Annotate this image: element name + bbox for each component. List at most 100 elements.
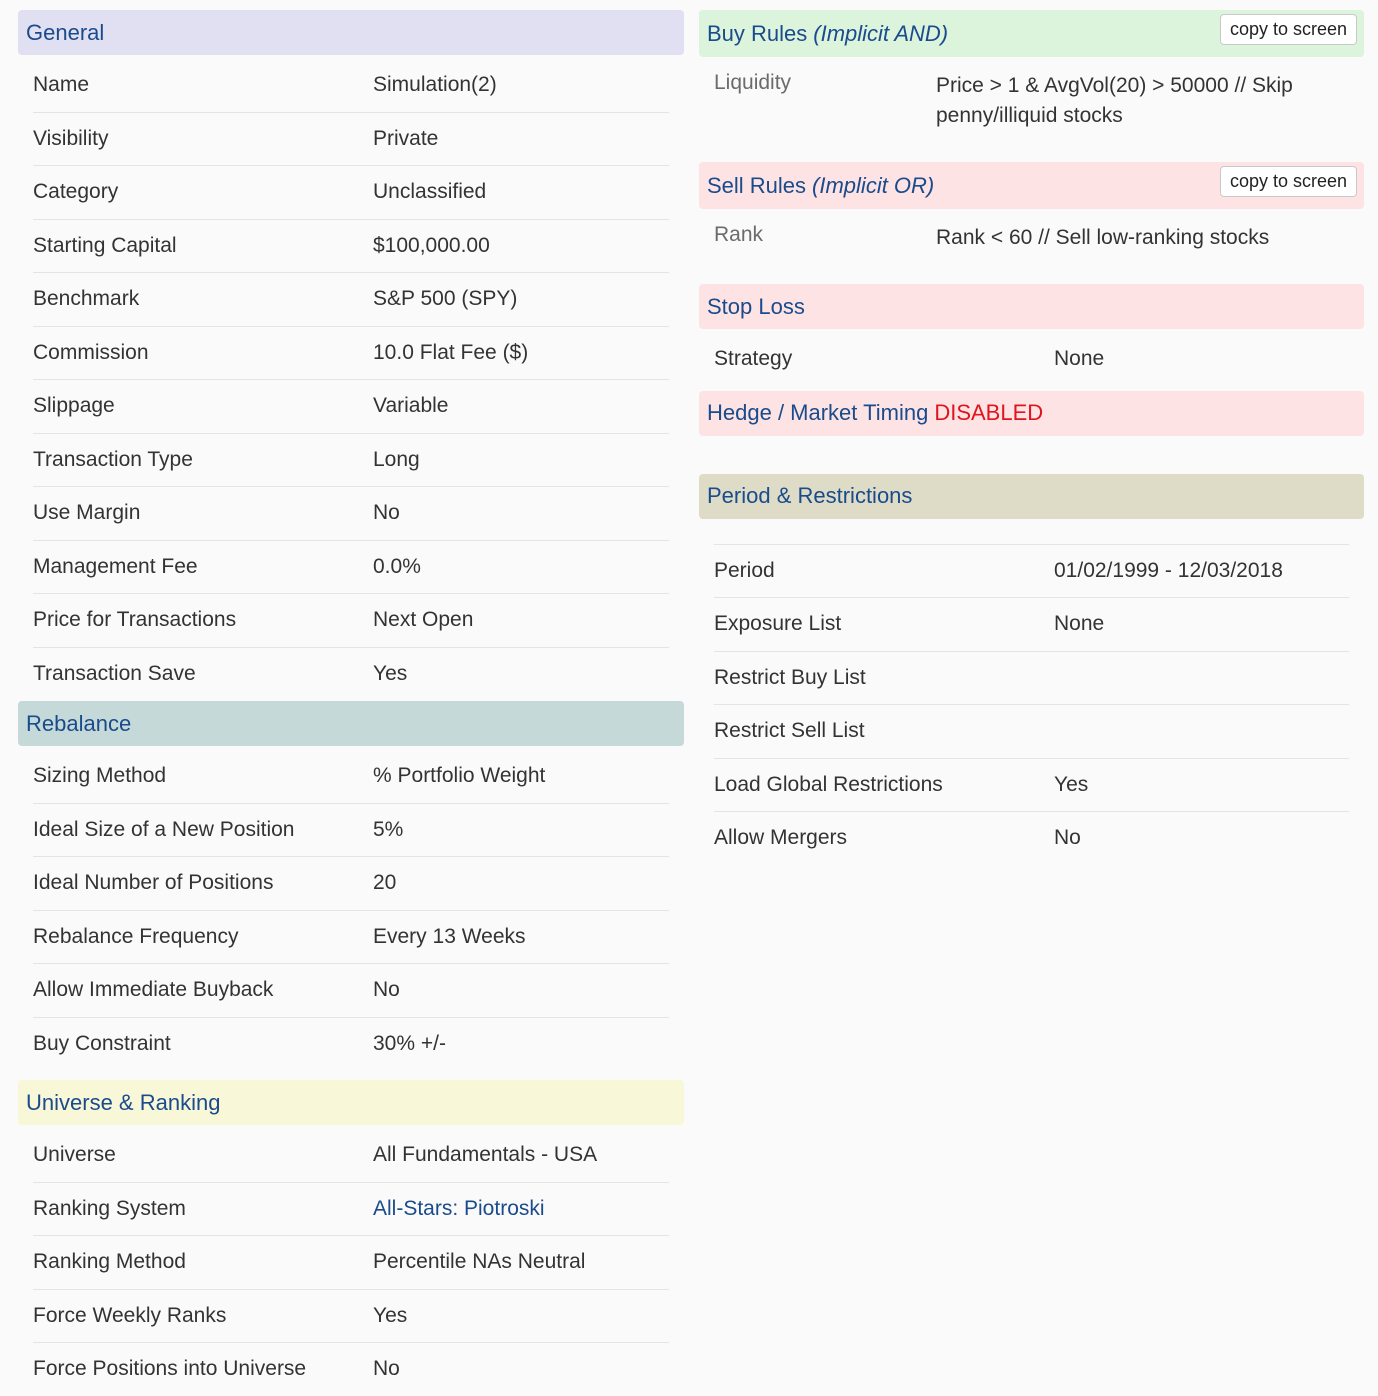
row-label: Exposure List <box>714 612 842 636</box>
row-value: 10.0 Flat Fee ($) <box>373 340 529 364</box>
row-label: Visibility <box>33 126 109 150</box>
row-label: Management Fee <box>33 554 198 578</box>
general-row: Category Unclassified <box>33 166 669 220</box>
row-value: 5% <box>373 817 404 841</box>
rebalance-row: Rebalance Frequency Every 13 Weeks <box>33 911 669 964</box>
row-label: Allow Immediate Buyback <box>33 978 274 1002</box>
row-value: 30% +/- <box>373 1031 446 1055</box>
row-label: Starting Capital <box>33 233 177 257</box>
buy-rules-header: Buy Rules (Implicit AND) copy to screen <box>699 10 1364 57</box>
row-label: Restrict Sell List <box>714 719 865 743</box>
row-value: % Portfolio Weight <box>373 764 546 788</box>
general-row: Transaction Save Yes <box>33 648 669 701</box>
period-row: Restrict Buy List <box>714 652 1349 705</box>
rebalance-header: Rebalance <box>18 701 684 746</box>
general-row: Name Simulation(2) <box>33 59 669 113</box>
row-value: Next Open <box>373 608 474 632</box>
row-label: Benchmark <box>33 287 140 311</box>
row-label: Transaction Save <box>33 661 196 685</box>
buy-rules-title: Buy Rules <box>707 20 808 46</box>
period-row: Load Global Restrictions Yes <box>714 759 1349 812</box>
sell-copy-to-screen-button[interactable]: copy to screen <box>1219 166 1357 197</box>
row-label: Strategy <box>714 347 793 371</box>
row-label: Price for Transactions <box>33 608 237 632</box>
row-value: No <box>1054 826 1081 850</box>
sell-rule-row: Rank Rank < 60 // Sell low-ranking stock… <box>699 209 1364 284</box>
stop-loss-table: Strategy None <box>714 333 1349 386</box>
general-row: Management Fee 0.0% <box>33 541 669 594</box>
row-label: Commission <box>33 340 149 364</box>
universe-row: Ranking Method Percentile NAs Neutral <box>33 1236 669 1290</box>
period-row: Exposure List None <box>714 598 1349 652</box>
general-row: Use Margin No <box>33 487 669 541</box>
rebalance-row: Buy Constraint 30% +/- <box>33 1018 669 1071</box>
row-value: No <box>373 978 400 1002</box>
row-value: Long <box>373 447 420 471</box>
row-label: Slippage <box>33 394 115 418</box>
row-value: Unclassified <box>373 180 487 204</box>
universe-row: Ranking System All-Stars: Piotroski <box>33 1183 669 1236</box>
row-value: 0.0% <box>373 554 421 578</box>
buy-rule-row: Liquidity Price > 1 & AvgVol(20) > 50000… <box>699 57 1364 147</box>
row-label: Ideal Size of a New Position <box>33 817 295 841</box>
rebalance-row: Ideal Size of a New Position 5% <box>33 804 669 857</box>
sell-rule-value: Rank < 60 // Sell low-ranking stocks <box>936 226 1270 249</box>
row-label: Category <box>33 180 119 204</box>
row-label: Ranking System <box>33 1196 186 1220</box>
row-value: Private <box>373 126 439 150</box>
row-value: Percentile NAs Neutral <box>373 1250 586 1274</box>
right-column: Buy Rules (Implicit AND) copy to screen … <box>699 0 1364 865</box>
universe-table: Universe All Fundamentals - USA Ranking S… <box>33 1129 669 1396</box>
row-label: Force Weekly Ranks <box>33 1303 227 1327</box>
row-label: Rebalance Frequency <box>33 924 239 948</box>
general-table: Name Simulation(2) Visibility Private Cate… <box>33 59 669 700</box>
row-value: $100,000.00 <box>373 233 490 257</box>
row-label: Period <box>714 558 775 582</box>
row-label: Name <box>33 73 90 97</box>
row-label: Ranking Method <box>33 1250 186 1274</box>
ranking-system-link[interactable]: All-Stars: Piotroski <box>373 1197 669 1221</box>
row-label: Transaction Type <box>33 447 193 471</box>
row-value: None <box>1054 612 1105 636</box>
rebalance-row: Ideal Number of Positions 20 <box>33 857 669 911</box>
universe-title: Universe & Ranking <box>26 1089 221 1115</box>
universe-header: Universe & Ranking <box>18 1080 684 1125</box>
row-label: Restrict Buy List <box>714 665 866 689</box>
universe-row: Universe All Fundamentals - USA <box>33 1129 669 1183</box>
stop-loss-title: Stop Loss <box>707 293 805 319</box>
buy-copy-to-screen-button[interactable]: copy to screen <box>1219 14 1357 45</box>
row-value: All Fundamentals - USA <box>373 1143 598 1167</box>
period-row: Allow Mergers No <box>714 812 1349 865</box>
general-row: Slippage Variable <box>33 380 669 434</box>
row-value: Variable <box>373 394 449 418</box>
period-row: Restrict Sell List <box>714 705 1349 759</box>
left-column: General Name Simulation(2) Visibility Priv… <box>18 0 684 1396</box>
hedge-header: Hedge / Market Timing DISABLED <box>699 390 1364 436</box>
row-value: None <box>1054 347 1105 371</box>
period-header: Period & Restrictions <box>699 473 1364 519</box>
general-row: Visibility Private <box>33 113 669 166</box>
row-label: Universe <box>33 1143 116 1167</box>
row-value: Yes <box>373 661 408 685</box>
row-value: No <box>373 501 400 525</box>
rebalance-title: Rebalance <box>26 710 132 736</box>
rebalance-table: Sizing Method % Portfolio Weight Ideal Si… <box>33 750 669 1070</box>
sell-rule-label: Rank <box>714 223 764 246</box>
row-value: Yes <box>1054 772 1089 796</box>
general-row: Benchmark S&P 500 (SPY) <box>33 273 669 327</box>
general-header: General <box>18 10 684 55</box>
row-value: Every 13 Weeks <box>373 924 526 948</box>
general-row: Starting Capital $100,000.00 <box>33 220 669 273</box>
row-value: 01/02/1999 - 12/03/2018 <box>1054 558 1283 582</box>
hedge-status: DISABLED <box>934 400 1044 425</box>
stop-loss-header: Stop Loss <box>699 284 1364 329</box>
universe-row: Force Positions into Universe No <box>33 1343 669 1396</box>
rebalance-row: Allow Immediate Buyback No <box>33 964 669 1018</box>
general-row: Commission 10.0 Flat Fee ($) <box>33 327 669 380</box>
period-table: Period 01/02/1999 - 12/03/2018 Exposure L… <box>714 543 1349 865</box>
general-row: Price for Transactions Next Open <box>33 594 669 648</box>
period-title: Period & Restrictions <box>707 483 913 508</box>
period-row: Period 01/02/1999 - 12/03/2018 <box>714 545 1349 598</box>
sell-rules-qualifier: (Implicit OR) <box>812 172 935 198</box>
row-label: Ideal Number of Positions <box>33 871 274 895</box>
